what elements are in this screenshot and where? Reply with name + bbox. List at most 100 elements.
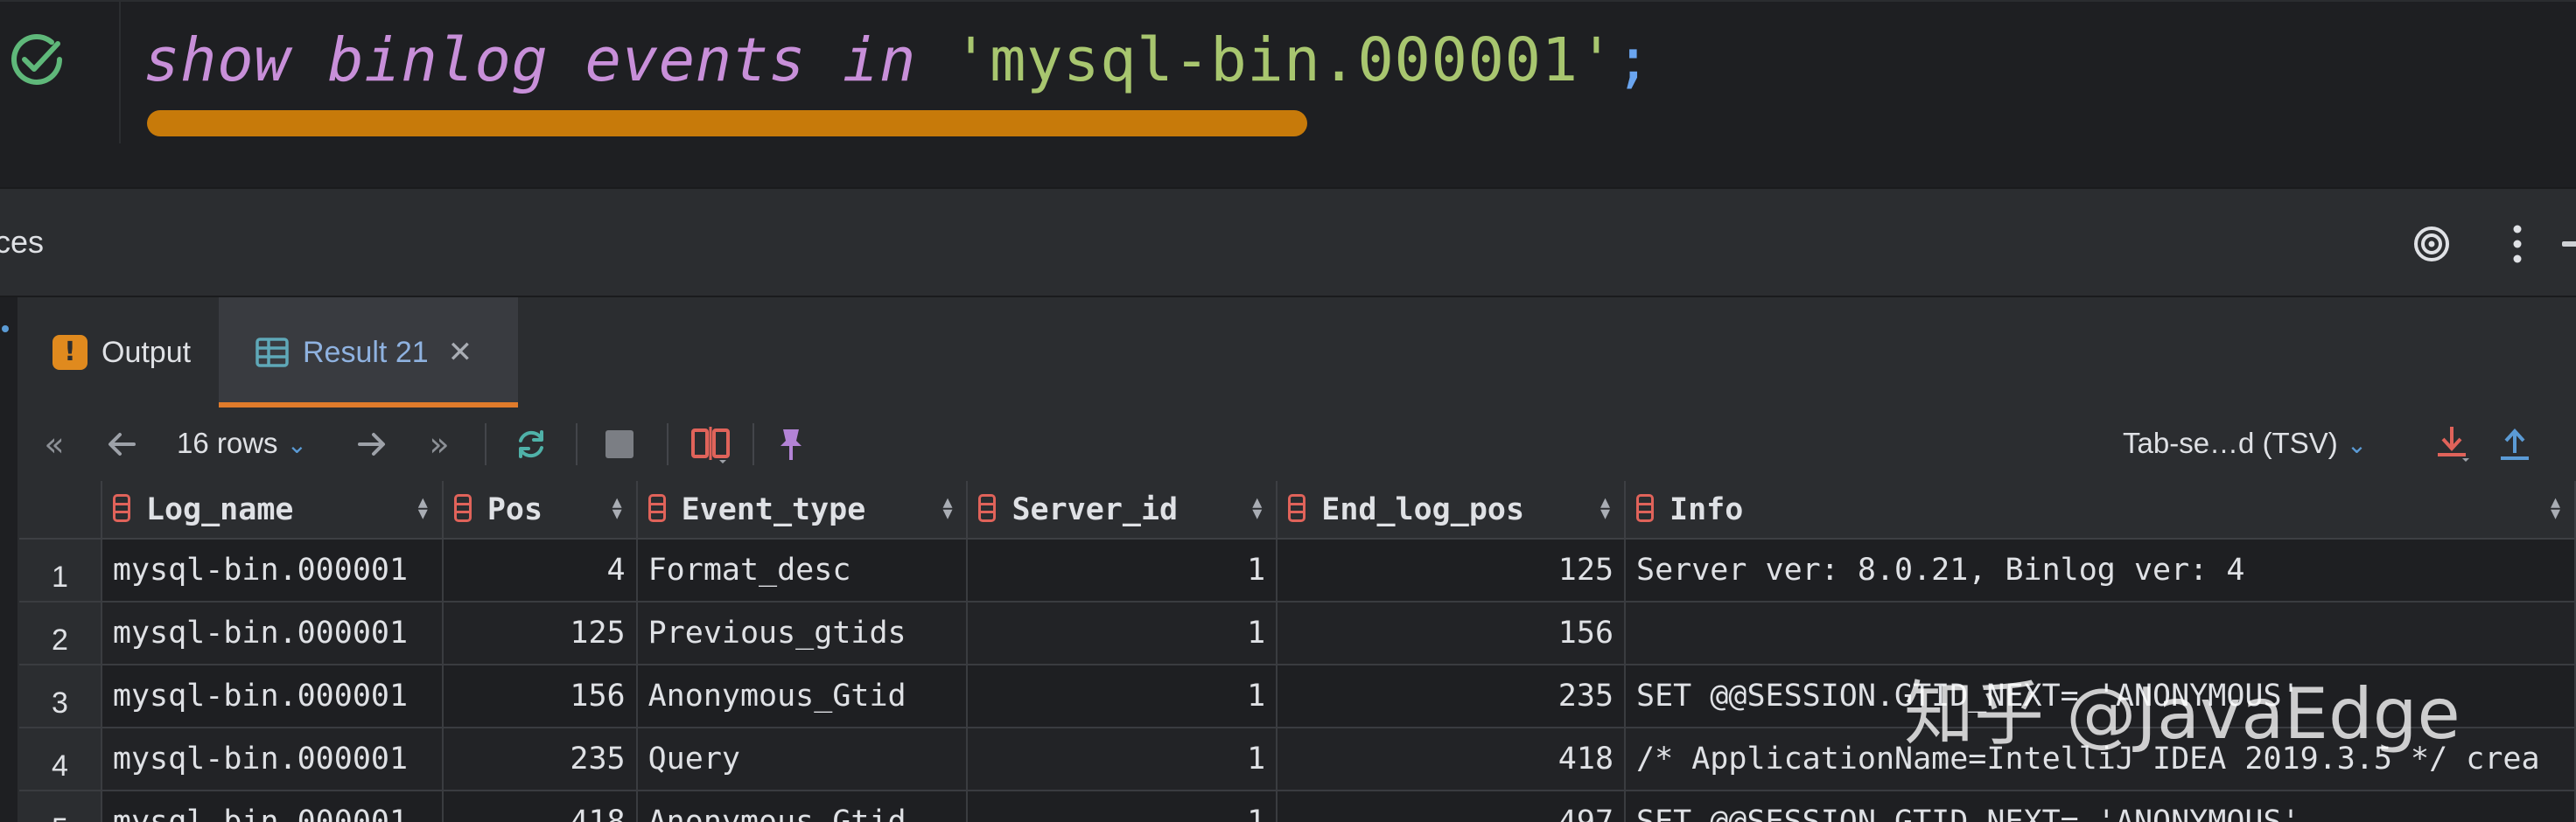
cell-log-name[interactable]: mysql-bin.000001 [101, 602, 444, 665]
cell-server-id[interactable]: 1 [967, 728, 1278, 791]
toolbar-separator [752, 423, 754, 465]
services-header: ces [0, 187, 2576, 297]
sort-icon[interactable]: ▴ ▾ [942, 493, 952, 524]
cell-info[interactable]: /* ApplicationName=IntelliJ IDEA 2019.3.… [1625, 728, 2576, 791]
row-number: 1 [19, 539, 102, 603]
sort-icon[interactable]: ▴ ▾ [418, 493, 428, 524]
column-header-end-log-pos[interactable]: End_log_pos ▴ ▾ [1277, 481, 1627, 540]
last-page-icon[interactable]: » [420, 425, 458, 463]
cell-pos[interactable]: 125 [442, 602, 638, 665]
download-icon[interactable] [2434, 425, 2473, 463]
cell-end-log-pos[interactable]: 418 [1277, 728, 1627, 791]
cell-event-type[interactable]: Format_desc [636, 539, 969, 603]
cell-pos[interactable]: 156 [442, 665, 638, 728]
column-header-label: Log_name [145, 491, 294, 527]
warning-icon: ! [52, 335, 88, 370]
sql-semicolon: ; [1614, 25, 1652, 95]
cell-log-name[interactable]: mysql-bin.000001 [101, 728, 444, 791]
cell-info[interactable]: SET @@SESSION.GTID_NEXT= 'ANONYMOUS' [1625, 665, 2576, 728]
cell-end-log-pos[interactable]: 235 [1277, 665, 1627, 728]
column-icon [1636, 493, 1655, 522]
cell-pos[interactable]: 418 [442, 791, 638, 822]
next-page-icon[interactable] [354, 425, 392, 463]
cell-server-id[interactable]: 1 [967, 665, 1278, 728]
tab-output[interactable]: ! Output [19, 297, 219, 408]
close-icon[interactable]: ✕ [448, 335, 473, 370]
row-number: 4 [19, 728, 102, 791]
row-number: 5 [19, 791, 102, 822]
table-row[interactable]: 3 mysql-bin.000001 156 Anonymous_Gtid 1 … [19, 665, 2576, 728]
statement-highlight-bar [147, 110, 1307, 136]
more-vertical-icon[interactable] [2504, 220, 2530, 268]
sort-icon[interactable]: ▴ ▾ [612, 493, 622, 524]
cell-server-id[interactable]: 1 [967, 539, 1278, 603]
sql-statement[interactable]: show binlog events in 'mysql-bin.000001'… [144, 23, 1652, 98]
export-format-selector[interactable]: Tab-se…d (TSV) ⌄ [2123, 427, 2367, 460]
row-number: 3 [19, 665, 102, 728]
table-icon [256, 338, 289, 367]
sql-string-literal: 'mysql-bin.000001' [952, 25, 1615, 95]
cell-pos[interactable]: 235 [442, 728, 638, 791]
toolbar-separator [485, 423, 486, 465]
refresh-icon[interactable] [509, 425, 553, 463]
upload-icon[interactable] [2496, 425, 2534, 463]
header-row: Log_name ▴ ▾ Pos ▴ ▾ Event_type ▴ ▾ Server_id ▴… [19, 481, 2576, 540]
toolbar-separator [667, 423, 668, 465]
column-icon [1288, 493, 1306, 522]
cell-log-name[interactable]: mysql-bin.000001 [101, 665, 444, 728]
cell-info[interactable] [1625, 602, 2576, 665]
cell-info[interactable]: SET @@SESSION.GTID_NEXT= 'ANONYMOUS' [1625, 791, 2576, 822]
stop-icon[interactable] [600, 425, 639, 463]
sort-icon[interactable]: ▴ ▾ [2551, 493, 2560, 524]
cell-end-log-pos[interactable]: 156 [1277, 602, 1627, 665]
gutter-divider [119, 2, 121, 145]
cell-end-log-pos[interactable]: 125 [1277, 539, 1627, 603]
row-count-selector[interactable]: 16 rows ⌄ [177, 427, 307, 460]
table-row[interactable]: 1 mysql-bin.000001 4 Format_desc 1 125 S… [19, 539, 2576, 603]
cell-event-type[interactable]: Anonymous_Gtid [636, 665, 969, 728]
table-row[interactable]: 4 mysql-bin.000001 235 Query 1 418 /* Ap… [19, 728, 2576, 791]
result-tabs: ! Output Result 21 ✕ [19, 297, 2576, 408]
cell-info[interactable]: Server ver: 8.0.21, Binlog ver: 4 [1625, 539, 2576, 603]
target-icon[interactable] [2410, 222, 2454, 266]
cell-event-type[interactable]: Anonymous_Gtid [636, 791, 969, 822]
column-header-log-name[interactable]: Log_name ▴ ▾ [101, 481, 444, 540]
result-grid[interactable]: Log_name ▴ ▾ Pos ▴ ▾ Event_type ▴ ▾ Server_id ▴… [19, 481, 2576, 822]
column-header-server-id[interactable]: Server_id ▴ ▾ [967, 481, 1278, 540]
cell-server-id[interactable]: 1 [967, 602, 1278, 665]
previous-page-icon[interactable] [102, 425, 140, 463]
column-header-pos[interactable]: Pos ▴ ▾ [442, 481, 638, 540]
sort-icon[interactable]: ▴ ▾ [1252, 493, 1262, 524]
export-format-label: Tab-se…d (TSV) [2123, 427, 2338, 459]
tab-result[interactable]: Result 21 ✕ [219, 297, 518, 408]
table-row[interactable]: 5 mysql-bin.000001 418 Anonymous_Gtid 1 … [19, 791, 2576, 822]
column-header-label: Event_type [681, 491, 866, 527]
toolbar-separator [576, 423, 578, 465]
cell-event-type[interactable]: Previous_gtids [636, 602, 969, 665]
cell-pos[interactable]: 4 [442, 539, 638, 603]
chevron-down-icon: ⌄ [286, 431, 308, 458]
cell-event-type[interactable]: Query [636, 728, 969, 791]
row-number-header [19, 481, 102, 540]
column-header-event-type[interactable]: Event_type ▴ ▾ [636, 481, 969, 540]
pin-icon[interactable] [772, 425, 810, 463]
result-table: Log_name ▴ ▾ Pos ▴ ▾ Event_type ▴ ▾ Server_id ▴… [19, 481, 2576, 822]
first-page-icon[interactable]: « [35, 425, 74, 463]
column-header-label: Info [1670, 491, 1744, 527]
services-title: ces [0, 224, 45, 260]
minimize-icon[interactable] [2562, 241, 2576, 247]
table-row[interactable]: 2 mysql-bin.000001 125 Previous_gtids 1 … [19, 602, 2576, 665]
row-number: 2 [19, 602, 102, 665]
sql-editor[interactable]: show binlog events in 'mysql-bin.000001'… [0, 0, 2576, 145]
cell-end-log-pos[interactable]: 497 [1277, 791, 1627, 822]
column-header-label: Pos [486, 491, 543, 527]
sort-icon[interactable]: ▴ ▾ [1600, 493, 1610, 524]
tree-indicator-dot [2, 325, 9, 332]
cell-log-name[interactable]: mysql-bin.000001 [101, 791, 444, 822]
cell-log-name[interactable]: mysql-bin.000001 [101, 539, 444, 603]
cell-server-id[interactable]: 1 [967, 791, 1278, 822]
result-toolbar: « 16 rows ⌄ » Tab-se…d (TSV) ⌄ [19, 408, 2576, 481]
column-header-info[interactable]: Info ▴ ▾ [1625, 481, 2576, 540]
column-icon [648, 493, 666, 522]
compare-icon[interactable] [686, 425, 735, 463]
